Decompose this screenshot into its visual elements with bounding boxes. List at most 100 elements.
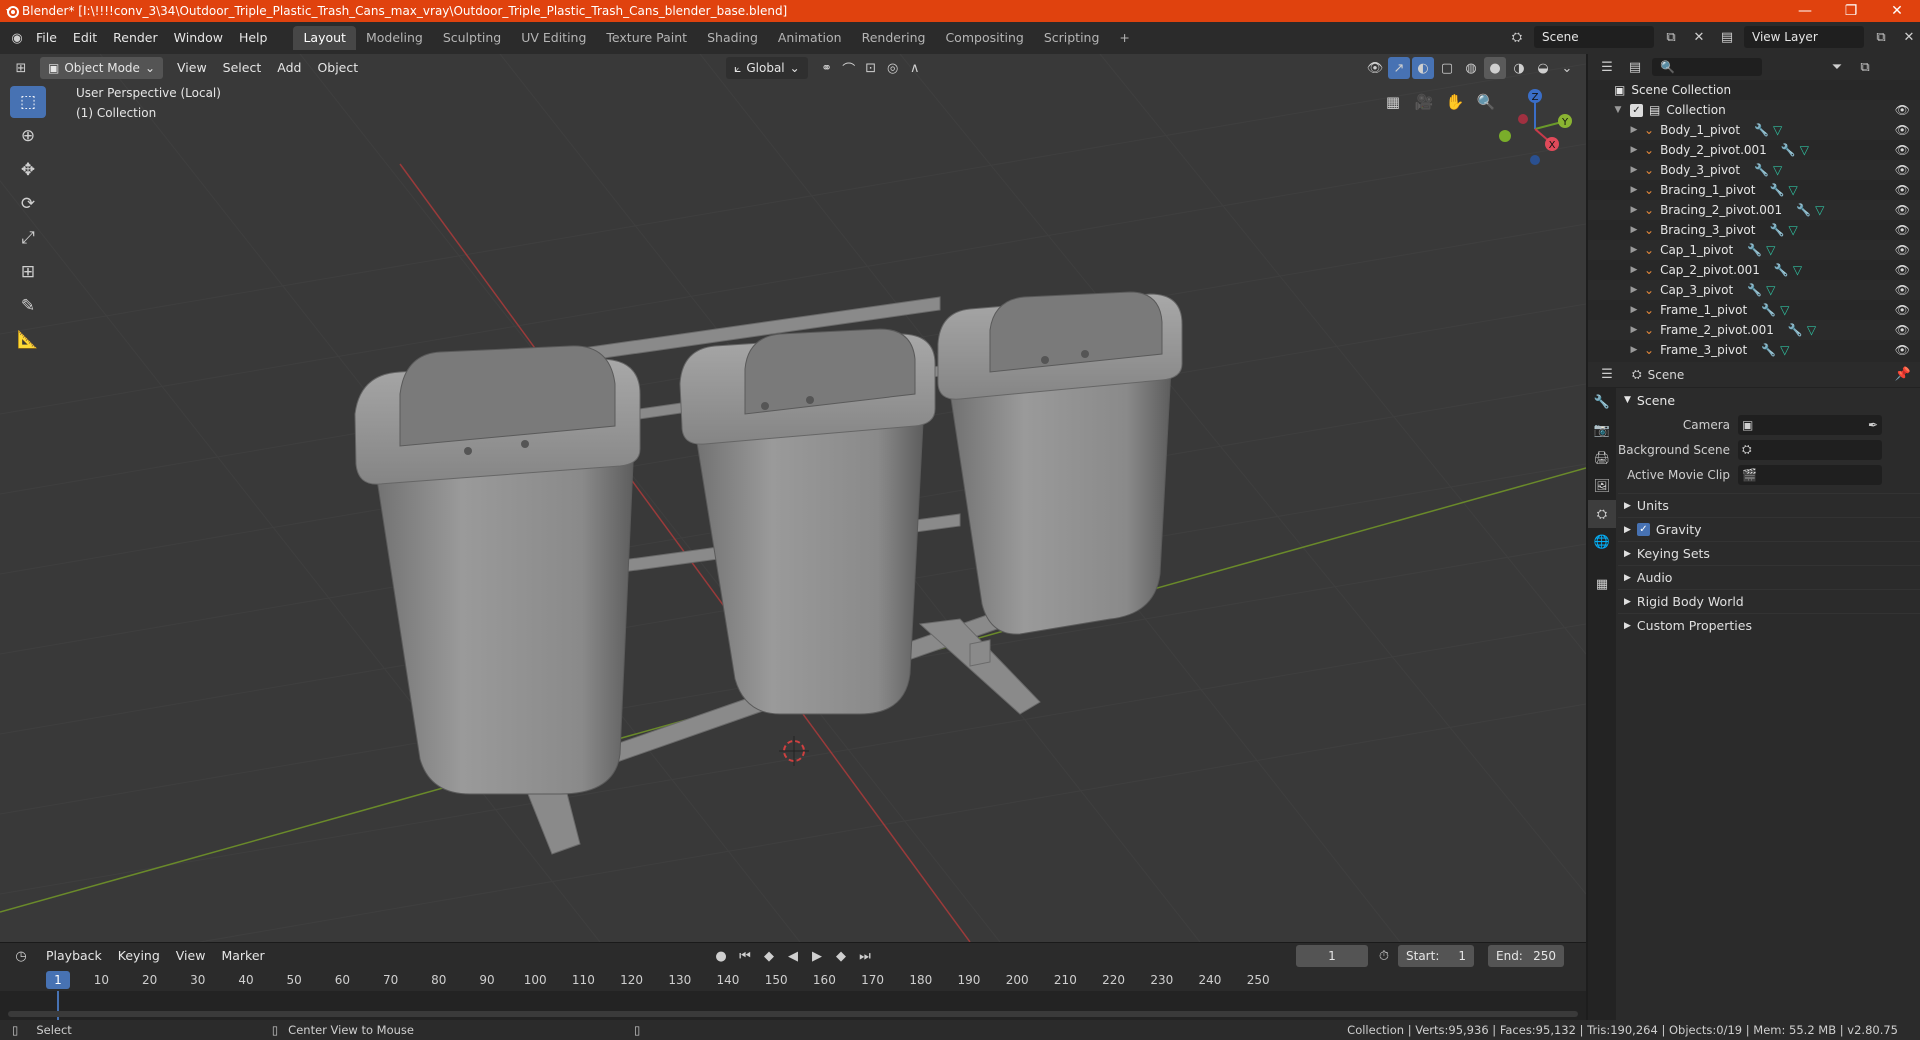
tab-texture-paint[interactable]: Texture Paint <box>596 26 697 50</box>
mesh-data-icon[interactable]: ▽ <box>1780 343 1789 357</box>
tool-tab-icon[interactable]: 🔧 <box>1588 388 1616 416</box>
blender-menu-icon[interactable]: ◉ <box>6 27 28 49</box>
expand-triangle-icon[interactable]: ▶ <box>1628 225 1640 235</box>
menu-window[interactable]: Window <box>166 27 231 49</box>
eye-icon[interactable]: 👁 <box>1895 283 1910 297</box>
mesh-data-icon[interactable]: ▽ <box>1788 223 1797 237</box>
mesh-data-icon[interactable]: ▽ <box>1780 303 1789 317</box>
audio-section[interactable]: ▶ Audio <box>1618 565 1920 589</box>
falloff-icon[interactable]: ∧ <box>904 57 926 79</box>
units-section[interactable]: ▶ Units <box>1618 493 1920 517</box>
eye-icon[interactable]: 👁 <box>1895 243 1910 257</box>
eyedropper-icon[interactable]: ✒ <box>1868 418 1878 432</box>
solid-shading-icon[interactable]: ● <box>1484 57 1506 79</box>
eye-icon[interactable]: 👁 <box>1895 323 1910 337</box>
scene-selector-icon[interactable]: ⛭ <box>1506 26 1528 48</box>
filter-icon[interactable]: ⏷ <box>1826 56 1848 78</box>
eye-icon[interactable]: 👁 <box>1895 203 1910 217</box>
mesh-data-icon[interactable]: ▽ <box>1793 263 1802 277</box>
eye-icon[interactable]: 👁 <box>1895 263 1910 277</box>
custom-properties-section[interactable]: ▶ Custom Properties <box>1618 613 1920 637</box>
pan-view-icon[interactable]: ✋ <box>1441 88 1469 116</box>
minimize-button[interactable]: — <box>1782 0 1828 22</box>
texture-tab-icon[interactable]: ▦ <box>1588 570 1616 598</box>
new-collection-icon[interactable]: ⧉ <box>1854 56 1876 78</box>
menu-add[interactable]: Add <box>269 57 309 79</box>
rendered-shading-icon[interactable]: ◒ <box>1532 57 1554 79</box>
gravity-section[interactable]: ▶ ✓ Gravity <box>1618 517 1920 541</box>
next-keyframe-icon[interactable]: ◆ <box>830 945 852 967</box>
outliner-object-row[interactable]: ▶ ⌄ Frame_1_pivot 🔧 ▽ 👁 <box>1588 300 1920 320</box>
camera-field[interactable]: ▣ ✒ <box>1738 414 1882 435</box>
expand-triangle-icon[interactable]: ▶ <box>1628 285 1640 295</box>
wireframe-shading-icon[interactable]: ◍ <box>1460 57 1482 79</box>
gizmo-toggle-icon[interactable]: ↗ <box>1388 57 1410 79</box>
modifier-wrench-icon[interactable]: 🔧 <box>1774 263 1789 277</box>
menu-object[interactable]: Object <box>309 57 366 79</box>
outliner-object-row[interactable]: ▶ ⌄ Bracing_2_pivot.001 🔧 ▽ 👁 <box>1588 200 1920 220</box>
view-layer-tab-icon[interactable]: 🖼 <box>1588 472 1616 500</box>
scene-field[interactable]: Scene <box>1534 26 1654 48</box>
expand-triangle-icon[interactable]: ▶ <box>1628 145 1640 155</box>
render-tab-icon[interactable]: 📷 <box>1588 416 1616 444</box>
menu-keying[interactable]: Keying <box>110 945 168 967</box>
mesh-data-icon[interactable]: ▽ <box>1800 143 1809 157</box>
view-layer-icon[interactable]: ▤ <box>1716 26 1738 48</box>
expand-triangle-icon[interactable]: ▶ <box>1628 245 1640 255</box>
modifier-wrench-icon[interactable]: 🔧 <box>1761 343 1776 357</box>
expand-triangle-icon[interactable]: ▶ <box>1628 165 1640 175</box>
restore-button[interactable]: ❐ <box>1828 0 1874 22</box>
display-mode-icon[interactable]: ▤ <box>1624 56 1646 78</box>
editor-type-icon[interactable]: ⊞ <box>10 57 32 79</box>
tab-sculpting[interactable]: Sculpting <box>433 26 511 50</box>
play-icon[interactable]: ▶ <box>806 945 828 967</box>
tab-rendering[interactable]: Rendering <box>852 26 936 50</box>
background-scene-field[interactable]: ⛭ <box>1738 439 1882 460</box>
mesh-data-icon[interactable]: ▽ <box>1766 283 1775 297</box>
outliner-search-input[interactable]: 🔍 <box>1652 58 1762 76</box>
expand-triangle-icon[interactable]: ▶ <box>1628 325 1640 335</box>
properties-editor-type-icon[interactable]: ☰ <box>1596 364 1618 386</box>
outliner-editor-type-icon[interactable]: ☰ <box>1596 56 1618 78</box>
outliner-object-row[interactable]: ▶ ⌄ Body_3_pivot 🔧 ▽ 👁 <box>1588 160 1920 180</box>
menu-marker[interactable]: Marker <box>213 945 272 967</box>
mesh-data-icon[interactable]: ▽ <box>1815 203 1824 217</box>
outliner-object-row[interactable]: ▶ ⌄ Cap_1_pivot 🔧 ▽ 👁 <box>1588 240 1920 260</box>
scene-collection-row[interactable]: ▣ Scene Collection <box>1588 80 1920 100</box>
mesh-data-icon[interactable]: ▽ <box>1773 123 1782 137</box>
modifier-wrench-icon[interactable]: 🔧 <box>1754 123 1769 137</box>
annotate-tool-icon[interactable]: ✎ <box>10 290 46 322</box>
expand-triangle-icon[interactable]: ▶ <box>1628 185 1640 195</box>
eye-icon[interactable]: 👁 <box>1895 183 1910 197</box>
orientation-dropdown[interactable]: ⟀ Global ⌄ <box>726 57 808 79</box>
expand-triangle-icon[interactable]: ▶ <box>1628 125 1640 135</box>
outliner-object-row[interactable]: ▶ ⌄ Bracing_3_pivot 🔧 ▽ 👁 <box>1588 220 1920 240</box>
expand-triangle-icon[interactable]: ▶ <box>1628 345 1640 355</box>
modifier-wrench-icon[interactable]: 🔧 <box>1796 203 1811 217</box>
3d-viewport[interactable]: ⊞ ▣ Object Mode ⌄ View Select Add Object… <box>0 54 1586 942</box>
new-scene-icon[interactable]: ⧉ <box>1660 26 1682 48</box>
outliner-object-row[interactable]: ▶ ⌄ Body_1_pivot 🔧 ▽ 👁 <box>1588 120 1920 140</box>
close-window-button[interactable]: ✕ <box>1874 0 1920 22</box>
menu-render[interactable]: Render <box>105 27 166 49</box>
add-workspace-button[interactable]: + <box>1109 26 1139 50</box>
eye-icon[interactable]: 👁 <box>1895 303 1910 317</box>
start-frame-field[interactable]: Start: 1 <box>1398 945 1474 967</box>
jump-end-icon[interactable]: ⏭ <box>854 945 876 967</box>
jump-start-icon[interactable]: ⏮ <box>734 945 756 967</box>
view-layer-field[interactable]: View Layer <box>1744 26 1864 48</box>
modifier-wrench-icon[interactable]: 🔧 <box>1747 243 1762 257</box>
current-frame-field[interactable]: 1 <box>1296 945 1368 967</box>
keying-sets-section[interactable]: ▶ Keying Sets <box>1618 541 1920 565</box>
mode-dropdown[interactable]: ▣ Object Mode ⌄ <box>40 57 163 79</box>
menu-help[interactable]: Help <box>231 27 276 49</box>
xray-icon[interactable]: ▢ <box>1436 57 1458 79</box>
eye-icon[interactable]: 👁 <box>1895 223 1910 237</box>
remove-scene-icon[interactable]: ✕ <box>1688 26 1710 48</box>
modifier-wrench-icon[interactable]: 🔧 <box>1788 323 1803 337</box>
select-box-tool-icon[interactable]: ⬚ <box>10 86 46 118</box>
modifier-wrench-icon[interactable]: 🔧 <box>1781 143 1796 157</box>
modifier-wrench-icon[interactable]: 🔧 <box>1769 183 1784 197</box>
toggle-grid-view-icon[interactable]: ▦ <box>1379 88 1407 116</box>
play-reverse-icon[interactable]: ◀ <box>782 945 804 967</box>
